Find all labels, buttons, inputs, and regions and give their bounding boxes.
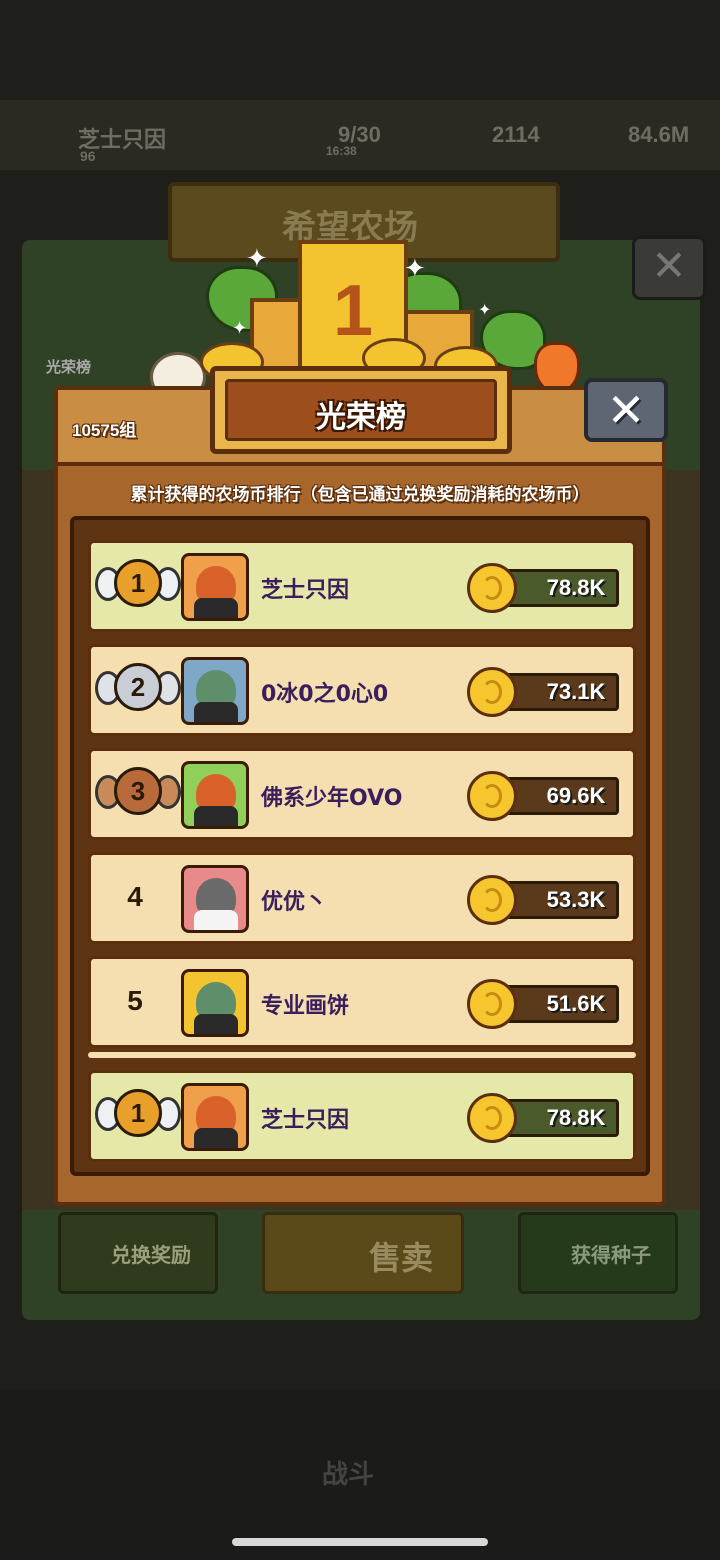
- avatar[interactable]: [181, 969, 249, 1037]
- bronze-medal-icon: 3: [95, 765, 181, 823]
- bottom-nav-bar: 战斗: [0, 1390, 720, 1560]
- battle-tab-label: 战斗: [322, 1459, 375, 1489]
- avatar[interactable]: [181, 657, 249, 725]
- background-close-button: ✕: [632, 236, 706, 300]
- player-name: 芝士只因: [261, 578, 350, 603]
- rank-number: 2: [114, 663, 162, 711]
- player-name: 优优丶: [261, 890, 328, 915]
- score-badge: 51.6K: [467, 979, 623, 1029]
- gold-medal-icon: 1: [95, 1087, 181, 1145]
- score-value: 78.8K: [546, 575, 606, 600]
- score-value: 73.1K: [546, 679, 606, 704]
- farm-coin-icon: [467, 875, 517, 925]
- avatar[interactable]: [181, 1083, 249, 1151]
- gem-count: 2114: [492, 122, 540, 147]
- group-count: 10575组: [72, 421, 137, 440]
- player-level: 96: [80, 148, 96, 164]
- player-name: 0冰0之0心0: [261, 682, 389, 707]
- rank-number: 1: [114, 559, 162, 607]
- avatar[interactable]: [181, 761, 249, 829]
- score-badge: 53.3K: [467, 875, 623, 925]
- sparkle-icon: ✦: [404, 254, 426, 284]
- player-name: 专业画饼: [261, 994, 350, 1019]
- rank-number: 3: [114, 767, 162, 815]
- avatar[interactable]: [181, 865, 249, 933]
- ranking-row[interactable]: 5 专业画饼 51.6K: [88, 956, 636, 1048]
- side-leaderboard-label: 光荣榜: [46, 359, 92, 376]
- exchange-reward-button: 兑换奖励: [58, 1212, 218, 1294]
- farm-coin-icon: [467, 979, 517, 1029]
- farm-coin-icon: [467, 771, 517, 821]
- sparkle-icon: ✦: [232, 318, 248, 339]
- panel-title-plate: 光荣榜: [210, 366, 512, 454]
- ranking-row[interactable]: 3 佛系少年OVO 69.6K: [88, 748, 636, 840]
- score-value: 53.3K: [546, 887, 606, 912]
- list-divider: [88, 1052, 636, 1058]
- player-name: 芝士只因: [261, 1108, 350, 1133]
- my-ranking-row[interactable]: 1 芝士只因 78.8K: [88, 1070, 636, 1162]
- close-icon: ✕: [606, 383, 646, 437]
- score-badge: 73.1K: [467, 667, 623, 717]
- rank-number: 4: [127, 881, 143, 912]
- close-icon: ✕: [651, 241, 687, 290]
- score-badge: 78.8K: [467, 1093, 623, 1143]
- score-value: 69.6K: [546, 783, 606, 808]
- gold-medal-icon: 1: [95, 557, 181, 615]
- get-seed-button: 获得种子: [518, 1212, 678, 1294]
- close-button[interactable]: ✕: [584, 378, 668, 442]
- silver-medal-icon: 2: [95, 661, 181, 719]
- leaderboard-subtitle: 累计获得的农场币排行（包含已通过兑换奖励消耗的农场币）: [130, 485, 590, 505]
- sell-button: 售卖: [262, 1212, 464, 1294]
- ranking-row[interactable]: 4 优优丶 53.3K: [88, 852, 636, 944]
- score-value: 78.8K: [546, 1105, 606, 1130]
- score-badge: 78.8K: [467, 563, 623, 613]
- home-indicator: [232, 1538, 488, 1546]
- avatar[interactable]: [181, 553, 249, 621]
- score-value: 51.6K: [546, 991, 606, 1016]
- score-badge: 69.6K: [467, 771, 623, 821]
- coin-count: 84.6M: [628, 122, 690, 147]
- sparkle-icon: ✦: [478, 300, 492, 319]
- top-status-bar: 芝士只因 96 9/30 16:38 2114 84.6M: [0, 100, 720, 170]
- farm-coin-icon: [467, 1093, 517, 1143]
- ranking-row[interactable]: 1 芝士只因 78.8K: [88, 540, 636, 632]
- ranking-list[interactable]: 1 芝士只因 78.8K 2 0冰0之0心0 73.1K 3 佛系少年OVO 6…: [70, 516, 650, 1176]
- farm-coin-icon: [467, 563, 517, 613]
- rank-number: 1: [114, 1089, 162, 1137]
- farm-coin-icon: [467, 667, 517, 717]
- energy-timer: 16:38: [326, 144, 357, 158]
- panel-title: 光荣榜: [316, 400, 406, 435]
- rank-number: 5: [127, 985, 143, 1016]
- ranking-row[interactable]: 2 0冰0之0心0 73.1K: [88, 644, 636, 736]
- sparkle-icon: ✦: [246, 244, 268, 274]
- player-name: 佛系少年OVO: [261, 786, 403, 811]
